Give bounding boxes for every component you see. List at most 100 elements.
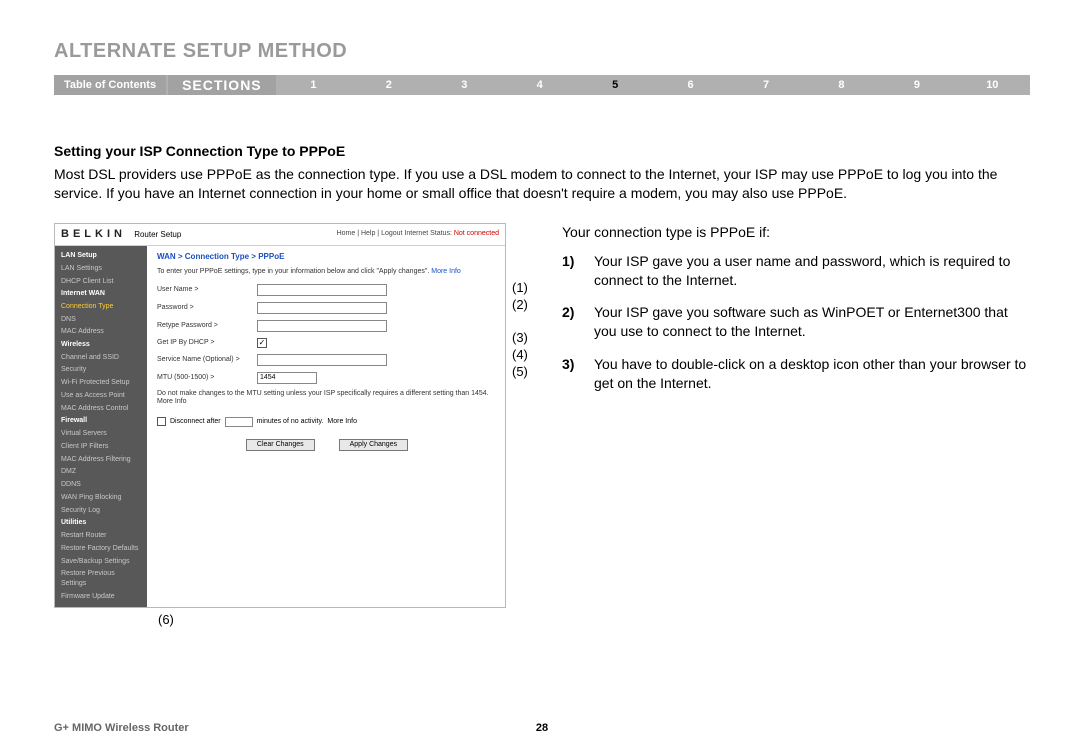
sidebar-item[interactable]: MAC Address <box>55 326 147 339</box>
sidebar-item[interactable]: DMZ <box>55 466 147 479</box>
mtu-note-text: Do not make changes to the MTU setting u… <box>157 390 489 397</box>
intro-paragraph: Most DSL providers use PPPoE as the conn… <box>54 165 1030 203</box>
condition-text: Your ISP gave you software such as WinPO… <box>594 303 1030 341</box>
sidebar-hdr: Utilities <box>55 517 147 529</box>
section-subhead: Setting your ISP Connection Type to PPPo… <box>54 143 1030 159</box>
right-column: Your connection type is PPPoE if: Your I… <box>562 223 1030 407</box>
retype-input[interactable] <box>257 320 387 332</box>
router-status: Not connected <box>454 230 499 237</box>
router-instr-text: To enter your PPPoE settings, type in yo… <box>157 268 429 275</box>
clear-changes-button[interactable]: Clear Changes <box>246 439 315 451</box>
condition-item: Your ISP gave you a user name and passwo… <box>562 252 1030 290</box>
sidebar-item[interactable]: WAN Ping Blocking <box>55 491 147 504</box>
service-row: Service Name (Optional) > <box>157 354 497 366</box>
sidebar-item[interactable]: Channel and SSID <box>55 351 147 364</box>
field-callouts: (1) (2) (3) (4) (5) <box>512 223 542 378</box>
screenshot-with-callouts: BELKIN Router Setup Home | Help | Logout… <box>54 223 542 608</box>
section-link-7[interactable]: 7 <box>728 75 803 95</box>
section-link-6[interactable]: 6 <box>653 75 728 95</box>
password-input[interactable] <box>257 302 387 314</box>
sidebar-item[interactable]: Restore Previous Settings <box>55 568 147 591</box>
mtu-input[interactable] <box>257 372 317 384</box>
dhcp-row: Get IP By DHCP > ✓ <box>157 338 497 348</box>
username-input[interactable] <box>257 284 387 296</box>
callout-6: (6) <box>158 612 542 627</box>
dhcp-checkbox[interactable]: ✓ <box>257 338 267 348</box>
sidebar-item[interactable]: Use as Access Point <box>55 390 147 403</box>
service-input[interactable] <box>257 354 387 366</box>
page-number: 28 <box>536 722 548 734</box>
sidebar-item[interactable]: DDNS <box>55 479 147 492</box>
button-row: Clear Changes Apply Changes <box>157 439 497 451</box>
callout-5: (5) <box>512 365 542 378</box>
apply-changes-button[interactable]: Apply Changes <box>339 439 408 451</box>
page-footer: G+ MIMO Wireless Router 28 <box>54 722 1030 734</box>
sidebar-item[interactable]: DHCP Client List <box>55 275 147 288</box>
router-brand-block: BELKIN Router Setup <box>61 228 181 241</box>
section-link-1[interactable]: 1 <box>276 75 351 95</box>
sidebar-item[interactable]: Restore Factory Defaults <box>55 542 147 555</box>
disconnect-label: Disconnect after <box>170 418 221 426</box>
dhcp-label: Get IP By DHCP > <box>157 339 257 347</box>
sidebar-item[interactable]: Restart Router <box>55 529 147 542</box>
sidebar-hdr: Internet WAN <box>55 288 147 300</box>
username-label: User Name > <box>157 286 257 294</box>
more-info-link[interactable]: More Info <box>157 398 187 405</box>
conditions-lead: Your connection type is PPPoE if: <box>562 223 1030 242</box>
sidebar-item[interactable]: MAC Address Filtering <box>55 453 147 466</box>
router-screenshot: BELKIN Router Setup Home | Help | Logout… <box>54 223 506 608</box>
sidebar-item[interactable]: Virtual Servers <box>55 428 147 441</box>
sidebar-hdr: LAN Setup <box>55 250 147 262</box>
more-info-link[interactable]: More Info <box>327 418 357 426</box>
sidebar-item-active[interactable]: Connection Type <box>55 300 147 313</box>
conditions-list: Your ISP gave you a user name and passwo… <box>562 252 1030 393</box>
sidebar-item[interactable]: DNS <box>55 313 147 326</box>
sidebar-item[interactable]: Firmware Update <box>55 590 147 603</box>
sidebar-item[interactable]: Security <box>55 364 147 377</box>
section-link-5[interactable]: 5 <box>577 75 652 95</box>
mtu-note: Do not make changes to the MTU setting u… <box>157 390 497 407</box>
disconnect-minutes-input[interactable] <box>225 417 253 427</box>
sidebar-item[interactable]: LAN Settings <box>55 262 147 275</box>
router-brand: BELKIN <box>61 228 126 240</box>
sidebar-item[interactable]: MAC Address Control <box>55 402 147 415</box>
sidebar-item[interactable]: Security Log <box>55 504 147 517</box>
section-link-2[interactable]: 2 <box>351 75 426 95</box>
left-column: BELKIN Router Setup Home | Help | Logout… <box>54 223 542 627</box>
sidebar-item[interactable]: Client IP Filters <box>55 440 147 453</box>
sidebar-hdr: Firewall <box>55 415 147 427</box>
router-header: BELKIN Router Setup Home | Help | Logout… <box>55 224 505 246</box>
retype-label: Retype Password > <box>157 322 257 330</box>
condition-item: Your ISP gave you software such as WinPO… <box>562 303 1030 341</box>
page-title: ALTERNATE SETUP METHOD <box>54 40 1030 63</box>
router-instructions: To enter your PPPoE settings, type in yo… <box>157 268 497 276</box>
sidebar-item[interactable]: Save/Backup Settings <box>55 555 147 568</box>
section-link-8[interactable]: 8 <box>804 75 879 95</box>
product-name: G+ MIMO Wireless Router <box>54 722 189 734</box>
retype-row: Retype Password > <box>157 320 497 332</box>
condition-text: You have to double-click on a desktop ic… <box>594 355 1030 393</box>
router-sidebar: LAN Setup LAN Settings DHCP Client List … <box>55 246 147 607</box>
more-info-link[interactable]: More Info <box>431 268 461 275</box>
content-area: Setting your ISP Connection Type to PPPo… <box>54 143 1030 627</box>
two-column-layout: BELKIN Router Setup Home | Help | Logout… <box>54 223 1030 627</box>
toc-link[interactable]: Table of Contents <box>54 75 166 95</box>
manual-page: ALTERNATE SETUP METHOD Table of Contents… <box>0 0 1080 756</box>
breadcrumb: WAN > Connection Type > PPPoE <box>157 252 497 262</box>
section-link-10[interactable]: 10 <box>955 75 1030 95</box>
sidebar-item[interactable]: Wi-Fi Protected Setup <box>55 377 147 390</box>
router-main: WAN > Connection Type > PPPoE To enter y… <box>147 246 505 607</box>
mtu-label: MTU (500-1500) > <box>157 374 257 382</box>
router-head-links-text: Home | Help | Logout Internet Status: <box>337 230 452 237</box>
sidebar-hdr: Wireless <box>55 339 147 351</box>
disconnect-checkbox[interactable] <box>157 417 166 426</box>
section-link-9[interactable]: 9 <box>879 75 954 95</box>
callout-3: (3) <box>512 331 542 344</box>
section-link-3[interactable]: 3 <box>427 75 502 95</box>
sections-label: SECTIONS <box>168 75 276 95</box>
router-head-links: Home | Help | Logout Internet Status: No… <box>337 230 499 238</box>
callout-1: (1) <box>512 281 542 294</box>
section-link-4[interactable]: 4 <box>502 75 577 95</box>
mtu-row: MTU (500-1500) > <box>157 372 497 384</box>
disconnect-suffix: minutes of no activity. <box>257 418 324 426</box>
